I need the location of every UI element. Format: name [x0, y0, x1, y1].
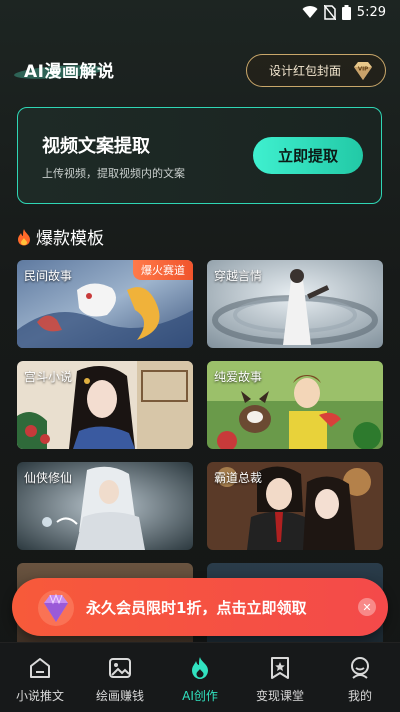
- profile-icon: [351, 657, 369, 679]
- nav-item-novel-posts[interactable]: 小说推文: [0, 643, 80, 712]
- battery-icon: [341, 4, 351, 20]
- fire-icon: [18, 228, 30, 245]
- wifi-icon: [302, 6, 318, 19]
- cover-button-label: 设计红包封面: [269, 64, 342, 78]
- status-bar: 5:29: [0, 0, 400, 24]
- vip-promo-banner[interactable]: 永久会员限时1折，点击立即领取 ✕: [12, 578, 388, 636]
- template-card-domineering-ceo[interactable]: 霸道总裁: [207, 462, 383, 550]
- extract-now-button[interactable]: 立即提取: [253, 137, 363, 174]
- house-icon: [30, 658, 50, 678]
- nav-label: 小说推文: [15, 689, 64, 703]
- ai-flame-icon: [192, 657, 208, 679]
- template-label: 穿越言情: [214, 269, 263, 283]
- nav-label: AI创作: [182, 689, 218, 703]
- section-title: 爆款模板: [36, 229, 104, 249]
- svg-text:VIP: VIP: [358, 67, 368, 73]
- nav-item-paint-earn[interactable]: 绘画赚钱: [80, 643, 160, 712]
- app-screen: 5:29 AI漫画解说 设计红包封面 VIP 视频文案提取 上传视频，提取视频内…: [0, 0, 400, 712]
- nav-label: 我的: [347, 689, 372, 703]
- bottom-nav: 小说推文 绘画赚钱 AI创作 变现课堂 我的: [0, 642, 400, 712]
- nav-item-monetize-class[interactable]: 变现课堂: [240, 643, 320, 712]
- nav-item-me[interactable]: 我的: [320, 643, 400, 712]
- clock: 5:29: [356, 4, 386, 20]
- template-card-time-travel-romance[interactable]: 穿越言情: [207, 260, 383, 348]
- nav-item-ai-create[interactable]: AI创作: [160, 643, 240, 712]
- promo-text: 永久会员限时1折，点击立即领取: [86, 599, 307, 617]
- template-label: 仙侠修仙: [24, 471, 73, 485]
- hot-track-badge: 爆火赛道: [133, 260, 193, 280]
- close-icon[interactable]: ✕: [358, 598, 376, 616]
- template-label: 民间故事: [24, 269, 73, 283]
- nav-label: 绘画赚钱: [95, 689, 144, 703]
- nav-label: 变现课堂: [255, 689, 304, 703]
- section-header: 爆款模板: [16, 224, 104, 249]
- template-card-pure-love[interactable]: 纯爱故事: [207, 361, 383, 449]
- design-cover-button[interactable]: 设计红包封面 VIP: [246, 54, 386, 87]
- template-label: 宫斗小说: [24, 370, 73, 384]
- star-bookmark-icon: [271, 657, 289, 679]
- template-card-folk-tale[interactable]: 民间故事 爆火赛道: [17, 260, 193, 348]
- header: AI漫画解说 设计红包封面 VIP: [13, 54, 386, 88]
- video-text-extract-card[interactable]: 视频文案提取 上传视频，提取视频内的文案 立即提取: [17, 107, 382, 204]
- page-title: AI漫画解说: [24, 62, 115, 82]
- extract-card-subtitle: 上传视频，提取视频内的文案: [42, 167, 185, 180]
- template-card-palace-intrigue[interactable]: 宫斗小说: [17, 361, 193, 449]
- vip-diamond-icon: VIP: [354, 62, 372, 80]
- no-sim-icon: [323, 4, 336, 20]
- extract-card-title: 视频文案提取: [42, 136, 150, 157]
- template-label: 霸道总裁: [214, 471, 263, 485]
- template-label: 纯爱故事: [214, 370, 263, 384]
- gem-icon: [38, 590, 74, 626]
- template-card-xianxia[interactable]: 仙侠修仙: [17, 462, 193, 550]
- image-icon: [109, 658, 131, 678]
